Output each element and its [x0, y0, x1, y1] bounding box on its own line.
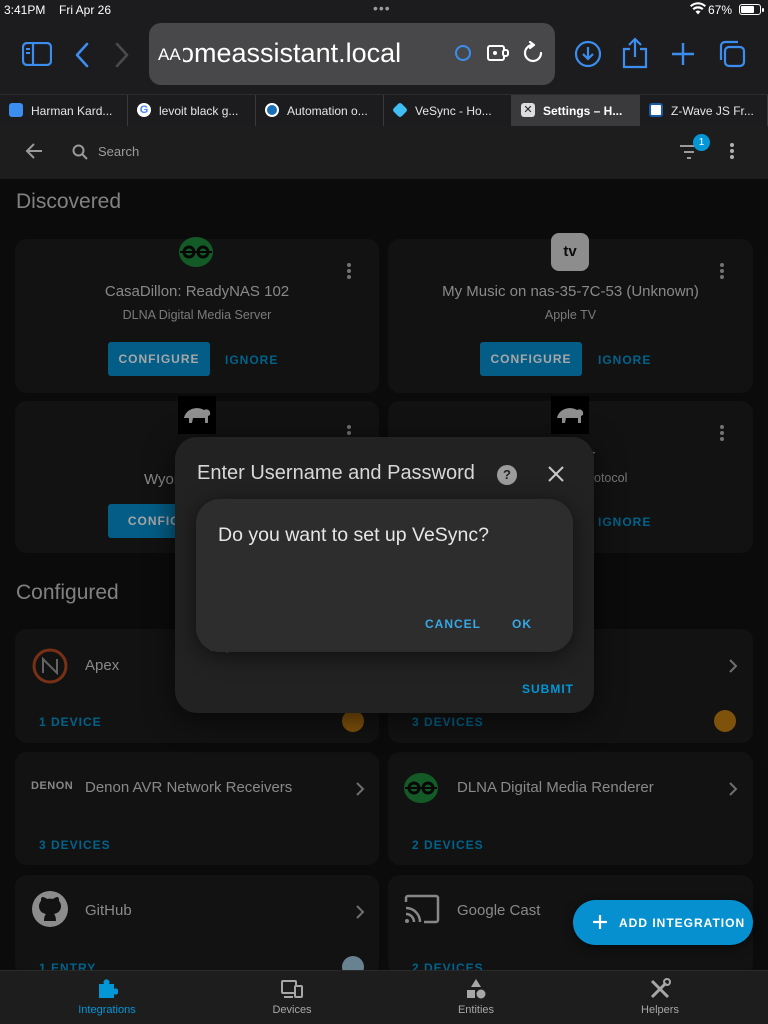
- back-arrow-icon[interactable]: [25, 142, 43, 160]
- tab-favicon-icon: [9, 103, 23, 117]
- ok-button[interactable]: OK: [512, 617, 532, 631]
- share-icon[interactable]: [622, 37, 648, 69]
- ha-top-bar: Search 1: [0, 126, 768, 179]
- nav-label: Devices: [272, 1004, 312, 1016]
- tabs-overview-icon[interactable]: [718, 40, 746, 68]
- browser-toolbar: AA homeassistant.local: [0, 20, 768, 94]
- cancel-button[interactable]: CANCEL: [425, 617, 481, 631]
- add-integration-label: ADD INTEGRATION: [619, 916, 746, 930]
- nav-helpers[interactable]: Helpers: [600, 971, 720, 1016]
- bottom-navigation: Integrations Devices Entities Helpers: [0, 970, 768, 1024]
- tab-title: levoit black g...: [159, 104, 239, 118]
- nav-entities[interactable]: Entities: [416, 971, 536, 1016]
- home-assistant-favicon-icon: [265, 103, 279, 117]
- tab-title: Automation o...: [287, 104, 368, 118]
- multitasking-dots-icon[interactable]: •••: [373, 0, 391, 16]
- close-icon[interactable]: [548, 466, 564, 482]
- reload-icon[interactable]: [523, 41, 543, 63]
- add-integration-button[interactable]: ADD INTEGRATION: [573, 900, 753, 945]
- submit-button[interactable]: SUBMIT: [522, 682, 574, 696]
- help-icon[interactable]: ?: [497, 465, 517, 485]
- url-text[interactable]: homeassistant.local: [183, 38, 451, 69]
- sidebar-toggle-icon[interactable]: [22, 42, 52, 66]
- confirm-dialog: Do you want to set up VeSync? CANCEL OK: [196, 499, 573, 652]
- tab-title: Harman Kard...: [31, 104, 113, 118]
- new-tab-plus-icon[interactable]: [671, 42, 695, 66]
- nav-integrations[interactable]: Integrations: [47, 971, 167, 1016]
- back-arrow-icon[interactable]: [74, 42, 90, 68]
- battery-percent: 67%: [708, 3, 733, 17]
- dialog-title: Enter Username and Password: [197, 462, 475, 484]
- search-input[interactable]: Search: [98, 144, 139, 159]
- tab-zwave-js[interactable]: Z-Wave JS Fr...: [640, 95, 768, 126]
- ios-status-bar: 3:41PM Fri Apr 26 ••• 67%: [0, 0, 768, 20]
- status-date: Fri Apr 26: [59, 3, 112, 17]
- home-assistant-favicon-icon: [392, 102, 408, 118]
- extension-moon-icon[interactable]: [455, 45, 471, 61]
- tab-title: VeSync - Ho...: [415, 104, 492, 118]
- wifi-icon: [690, 2, 706, 15]
- tools-icon: [650, 978, 671, 999]
- tab-vesync[interactable]: VeSync - Ho...: [384, 95, 512, 126]
- tab-settings[interactable]: ✕ Settings – H...: [512, 95, 640, 126]
- close-tab-icon[interactable]: ✕: [521, 103, 535, 117]
- devices-icon: [281, 980, 303, 998]
- google-favicon-icon: G: [137, 103, 151, 117]
- nav-label: Helpers: [641, 1004, 679, 1016]
- overflow-menu-icon[interactable]: [730, 143, 734, 166]
- puzzle-icon: [99, 979, 118, 998]
- plus-icon: [593, 915, 607, 929]
- browser-tab-strip: Harman Kard... G levoit black g... Autom…: [0, 94, 768, 126]
- nav-label: Entities: [457, 1004, 495, 1016]
- nav-label: Integrations: [78, 1004, 136, 1016]
- battery-icon: [739, 4, 764, 15]
- tab-title: Settings – H...: [543, 104, 623, 118]
- forward-arrow-icon[interactable]: [114, 42, 130, 68]
- tab-google-search[interactable]: G levoit black g...: [128, 95, 256, 126]
- download-icon[interactable]: [574, 40, 602, 68]
- tab-harman-kardon[interactable]: Harman Kard...: [0, 95, 128, 126]
- status-time: 3:41PM: [4, 3, 46, 17]
- shapes-icon: [467, 979, 486, 999]
- tab-automation[interactable]: Automation o...: [256, 95, 384, 126]
- search-icon: [72, 144, 88, 160]
- reader-aa-button[interactable]: AA: [158, 45, 181, 65]
- extension-puzzle-icon[interactable]: [486, 43, 510, 63]
- filter-count-badge: 1: [693, 134, 710, 151]
- confirm-question: Do you want to set up VeSync?: [218, 524, 490, 546]
- address-bar[interactable]: AA homeassistant.local: [149, 23, 555, 85]
- tab-title: Z-Wave JS Fr...: [671, 104, 754, 118]
- zwave-favicon-icon: [649, 103, 663, 117]
- nav-devices[interactable]: Devices: [232, 971, 352, 1016]
